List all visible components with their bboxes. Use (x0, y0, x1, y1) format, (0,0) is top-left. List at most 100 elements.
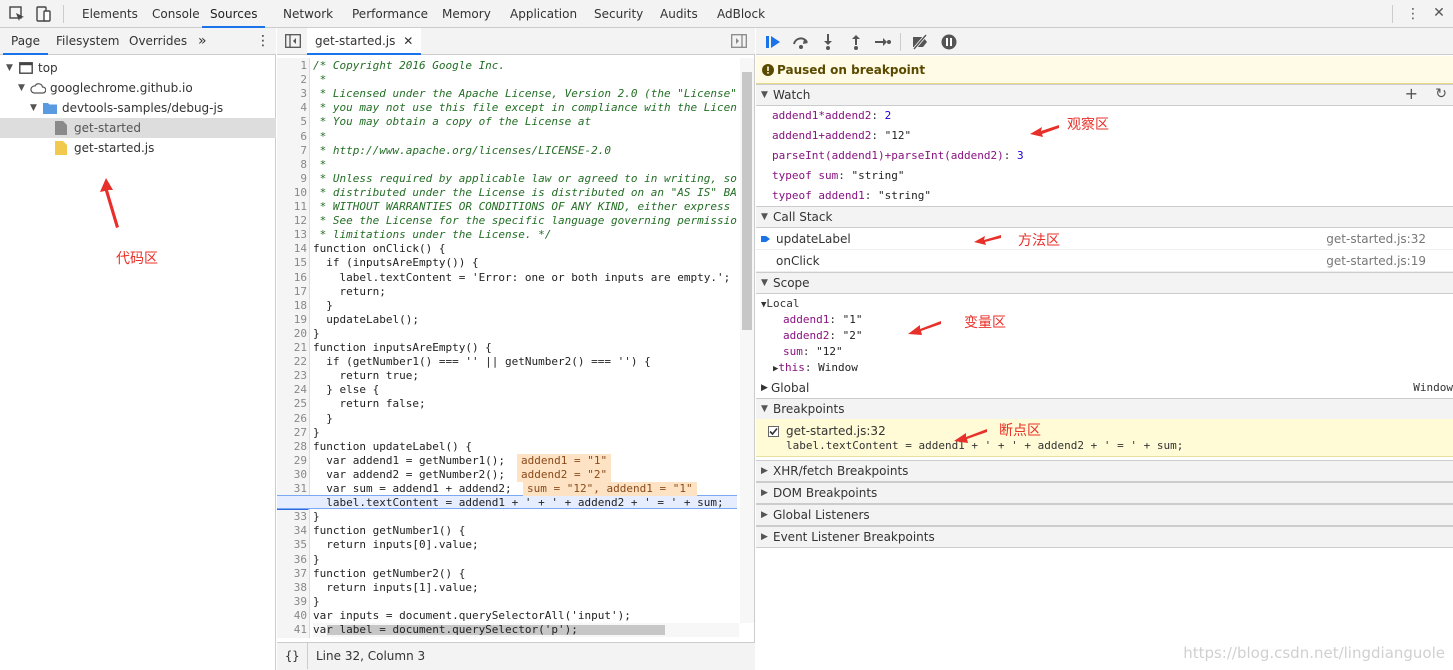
code-line[interactable]: function updateLabel() { (313, 440, 472, 454)
code-line[interactable]: return false; (313, 397, 425, 411)
watch-item[interactable]: typeof sum: "string" (772, 166, 904, 186)
tab-security[interactable]: Security (594, 0, 643, 28)
line-number[interactable]: 9 (277, 172, 307, 186)
code-line[interactable]: function getNumber1() { (313, 524, 465, 538)
code-line[interactable]: * http://www.apache.org/licenses/LICENSE… (313, 144, 611, 158)
expand-triangle-icon[interactable]: ▼ (6, 58, 13, 78)
collapse-triangle-icon[interactable]: ▶ (761, 378, 768, 398)
collapse-triangle-icon[interactable]: ▶ (761, 505, 768, 525)
tab-application[interactable]: Application (510, 0, 577, 28)
code-line[interactable]: } (313, 595, 320, 609)
callstack-frame-active[interactable]: updateLabel get-started.js:32 (756, 228, 1453, 250)
line-number[interactable]: 8 (277, 158, 307, 172)
code-line[interactable]: return true; (313, 369, 418, 383)
code-line[interactable]: } else { (313, 383, 379, 397)
deactivate-breakpoints-icon[interactable] (911, 33, 929, 51)
tab-console[interactable]: Console (152, 0, 200, 28)
code-line[interactable]: } (313, 327, 320, 341)
code-line[interactable]: * (313, 73, 327, 87)
callstack-frame[interactable]: onClick get-started.js:19 (756, 250, 1453, 272)
line-number-gutter[interactable]: 1 2 3 4 5 6 7 8 9 10 11 12 13 14 15 16 17 18 19 20 21 22 23 24 2… (277, 58, 313, 638)
code-line[interactable]: /* Copyright 2016 Google Inc. (313, 59, 505, 73)
tab-performance[interactable]: Performance (352, 0, 428, 28)
expand-triangle-icon[interactable]: ▼ (30, 98, 37, 118)
tab-filesystem[interactable]: Filesystem (56, 28, 119, 55)
watch-item[interactable]: addend1+addend2: "12" (772, 126, 911, 146)
code-line[interactable]: } (313, 426, 320, 440)
line-number[interactable]: 40 (277, 609, 307, 623)
line-number[interactable]: 36 (277, 553, 307, 567)
event-listener-breakpoints-header[interactable]: ▶ Event Listener Breakpoints (756, 526, 1453, 548)
watch-item[interactable]: addend1*addend2: 2 (772, 106, 891, 126)
tab-overrides[interactable]: Overrides (129, 28, 187, 55)
line-number[interactable]: 31 (277, 482, 307, 496)
code-line[interactable]: return inputs[1].value; (313, 581, 478, 595)
global-listeners-header[interactable]: ▶ Global Listeners (756, 504, 1453, 526)
watch-section-header[interactable]: ▼ Watch + ↻ (756, 84, 1453, 106)
line-number[interactable]: 30 (277, 468, 307, 482)
collapse-triangle-icon[interactable]: ▶ (761, 461, 768, 481)
frame-location[interactable]: get-started.js:32 (1326, 228, 1426, 250)
tab-audits[interactable]: Audits (660, 0, 698, 28)
line-number[interactable]: 33 (277, 510, 307, 524)
code-line[interactable]: updateLabel(); (313, 313, 419, 327)
line-number[interactable]: 28 (277, 440, 307, 454)
tab-memory[interactable]: Memory (442, 0, 491, 28)
line-number[interactable]: 18 (277, 299, 307, 313)
step-over-icon[interactable] (792, 33, 810, 51)
code-line[interactable]: label.textContent = 'Error: one or both … (313, 271, 730, 285)
scope-local[interactable]: ▼Local (761, 296, 800, 312)
code-line[interactable]: * Unless required by applicable law or a… (313, 172, 737, 186)
line-number[interactable]: 39 (277, 595, 307, 609)
scope-var[interactable]: addend2: "2" (783, 328, 862, 344)
code-line[interactable]: * (313, 158, 327, 172)
line-number[interactable]: 3 (277, 87, 307, 101)
add-watch-icon[interactable]: + (1405, 84, 1418, 104)
line-number[interactable]: 4 (277, 101, 307, 115)
code-line[interactable]: var addend2 = getNumber2(); (313, 468, 505, 482)
code-line[interactable]: * (313, 130, 327, 144)
vertical-scrollbar[interactable] (740, 58, 754, 623)
line-number[interactable]: 19 (277, 313, 307, 327)
code-line[interactable]: * Licensed under the Apache License, Ver… (313, 87, 737, 101)
tree-item-top[interactable]: ▼ top (0, 58, 276, 78)
line-number[interactable]: 29 (277, 454, 307, 468)
code-line[interactable]: function inputsAreEmpty() { (313, 341, 492, 355)
line-number[interactable]: 37 (277, 567, 307, 581)
code-line[interactable]: * See the License for the specific langu… (313, 214, 737, 228)
pause-on-exceptions-icon[interactable] (940, 33, 958, 51)
close-tab-icon[interactable]: ✕ (403, 34, 413, 48)
breakpoint-checkbox[interactable] (768, 426, 779, 437)
line-number[interactable]: 10 (277, 186, 307, 200)
kebab-menu-icon[interactable]: ⋮ (1405, 6, 1421, 22)
dom-breakpoints-header[interactable]: ▶ DOM Breakpoints (756, 482, 1453, 504)
more-tabs-icon[interactable]: » (198, 28, 207, 55)
close-icon[interactable]: ✕ (1431, 5, 1447, 21)
line-number[interactable]: 20 (277, 327, 307, 341)
code-line[interactable]: if (inputsAreEmpty()) { (313, 256, 478, 270)
code-line[interactable]: var addend1 = getNumber1(); (313, 454, 505, 468)
code-line[interactable]: * limitations under the License. */ (313, 228, 552, 242)
watch-item[interactable]: typeof addend1: "string" (772, 186, 931, 206)
frame-location[interactable]: get-started.js:19 (1326, 250, 1426, 272)
line-number[interactable]: 17 (277, 285, 307, 299)
line-number[interactable]: 1 (277, 59, 307, 73)
tree-item-folder[interactable]: ▼ devtools-samples/debug-js (0, 98, 276, 118)
tree-item-file-html[interactable]: get-started (0, 118, 276, 138)
tab-sources[interactable]: Sources (202, 0, 266, 28)
scope-var[interactable]: sum: "12" (783, 344, 843, 360)
toggle-navigator-icon[interactable] (285, 34, 301, 48)
collapse-triangle-icon[interactable]: ▶ (761, 527, 768, 547)
tree-item-origin[interactable]: ▼ googlechrome.github.io (0, 78, 276, 98)
expand-triangle-icon[interactable]: ▼ (761, 399, 768, 419)
navigator-menu-icon[interactable]: ⋮ (256, 28, 270, 55)
code-line[interactable]: function getNumber2() { (313, 567, 465, 581)
line-number[interactable]: 7 (277, 144, 307, 158)
scope-global[interactable]: ▶ Global Window (756, 378, 1453, 398)
line-number[interactable]: 23 (277, 369, 307, 383)
line-number[interactable]: 34 (277, 524, 307, 538)
scope-var[interactable]: addend1: "1" (783, 312, 862, 328)
line-number[interactable]: 5 (277, 115, 307, 129)
line-number[interactable]: 38 (277, 581, 307, 595)
scrollbar-thumb[interactable] (742, 72, 752, 330)
